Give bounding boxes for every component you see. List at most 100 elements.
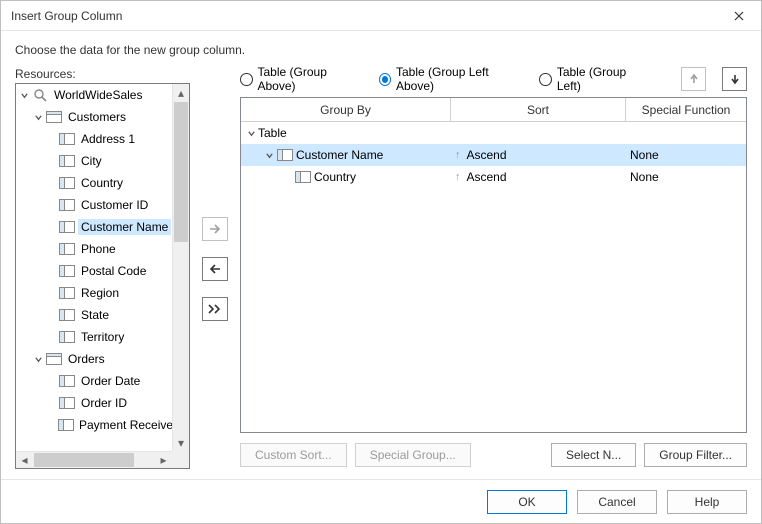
column-header-group-by[interactable]: Group By xyxy=(241,98,451,121)
arrow-right-icon xyxy=(208,223,222,235)
tree-label: Orders xyxy=(65,351,108,367)
field-icon xyxy=(58,396,76,410)
select-n-button[interactable]: Select N... xyxy=(551,443,636,467)
tree-node-root[interactable]: WorldWideSales xyxy=(16,84,172,106)
grid-row[interactable]: Country ↑AscendNone xyxy=(241,166,746,188)
scroll-left-icon[interactable]: ◂ xyxy=(16,452,33,468)
group-label: Table xyxy=(258,126,287,140)
resources-tree[interactable]: WorldWideSales Customers Address 1 City Co… xyxy=(15,83,190,469)
tree-label: Country xyxy=(78,175,126,191)
tree-label: Order Date xyxy=(78,373,143,389)
tree-leaf[interactable]: Order ID xyxy=(16,392,172,414)
radio-group-left[interactable]: Table (Group Left) xyxy=(539,67,649,93)
field-icon xyxy=(276,148,294,162)
resources-label: Resources: xyxy=(15,67,190,81)
tree-leaf[interactable]: Address 1 xyxy=(16,128,172,150)
group-filter-button[interactable]: Group Filter... xyxy=(644,443,747,467)
tree-leaf[interactable]: Territory xyxy=(16,326,172,348)
column-header-sort[interactable]: Sort xyxy=(451,98,626,121)
group-label: Country xyxy=(314,170,356,184)
ok-button[interactable]: OK xyxy=(487,490,567,514)
move-down-button[interactable] xyxy=(722,67,747,91)
tree-label: Territory xyxy=(78,329,127,345)
cell-sort[interactable]: ↑ Ascend xyxy=(451,144,626,166)
tree-leaf[interactable]: Country xyxy=(16,172,172,194)
sort-value: Ascend xyxy=(467,148,507,162)
arrow-up-icon xyxy=(688,73,700,85)
cancel-button[interactable]: Cancel xyxy=(577,490,657,514)
tree-label: Customers xyxy=(65,109,129,125)
remove-button[interactable] xyxy=(202,257,228,281)
help-button[interactable]: Help xyxy=(667,490,747,514)
cell-function[interactable]: None xyxy=(626,144,746,166)
grid-row[interactable]: Table xyxy=(241,122,746,144)
chevron-down-icon[interactable] xyxy=(32,111,44,123)
chevron-down-icon[interactable] xyxy=(32,353,44,365)
close-icon xyxy=(734,11,744,21)
grid-row[interactable]: Customer Name ↑ Ascend None xyxy=(241,144,746,166)
field-icon xyxy=(58,286,76,300)
add-button[interactable] xyxy=(202,217,228,241)
sort-asc-icon: ↑ xyxy=(455,149,461,161)
tree-label: Customer ID xyxy=(78,197,151,213)
sort-asc-icon: ↑ xyxy=(455,171,461,183)
cell-sort[interactable] xyxy=(451,122,626,144)
scroll-thumb[interactable] xyxy=(34,453,134,467)
cell-function[interactable] xyxy=(626,122,746,144)
horizontal-scrollbar[interactable]: ◂ ▸ xyxy=(16,451,172,468)
tree-label: State xyxy=(78,307,112,323)
tree-leaf[interactable]: City xyxy=(16,150,172,172)
close-button[interactable] xyxy=(719,2,759,30)
cell-sort[interactable]: ↑Ascend xyxy=(451,166,626,188)
tree-node-orders[interactable]: Orders xyxy=(16,348,172,370)
special-group-button[interactable]: Special Group... xyxy=(355,443,471,467)
instruction-text: Choose the data for the new group column… xyxy=(15,43,747,57)
radio-icon xyxy=(539,73,551,86)
arrow-down-icon xyxy=(729,73,741,85)
group-label: Customer Name xyxy=(296,148,383,162)
cell-group-by[interactable]: Country xyxy=(241,166,451,188)
tree-leaf[interactable]: Region xyxy=(16,282,172,304)
radio-group-above[interactable]: Table (Group Above) xyxy=(240,67,363,93)
radio-icon xyxy=(240,73,253,86)
tree-label: WorldWideSales xyxy=(51,87,145,103)
add-all-button[interactable] xyxy=(202,297,228,321)
tree-label: Region xyxy=(78,285,122,301)
caret-spacer xyxy=(281,171,293,183)
cell-group-by[interactable]: Table xyxy=(241,122,451,144)
tree-leaf[interactable]: Order Date xyxy=(16,370,172,392)
chevron-down-icon[interactable] xyxy=(18,89,30,101)
tree-node-customers[interactable]: Customers xyxy=(16,106,172,128)
tree-leaf[interactable]: Postal Code xyxy=(16,260,172,282)
cell-group-by[interactable]: Customer Name xyxy=(241,144,451,166)
vertical-scrollbar[interactable]: ▴ ▾ xyxy=(172,84,189,451)
scroll-corner xyxy=(172,451,189,468)
chevron-down-icon[interactable] xyxy=(263,149,275,161)
move-up-button[interactable] xyxy=(681,67,706,91)
tree-leaf[interactable]: Phone xyxy=(16,238,172,260)
tree-leaf[interactable]: State xyxy=(16,304,172,326)
scroll-thumb[interactable] xyxy=(174,102,188,242)
scroll-right-icon[interactable]: ▸ xyxy=(155,452,172,468)
arrow-left-icon xyxy=(208,263,222,275)
custom-sort-button[interactable]: Custom Sort... xyxy=(240,443,347,467)
field-icon xyxy=(58,418,74,432)
scroll-up-icon[interactable]: ▴ xyxy=(173,84,189,101)
tree-leaf[interactable]: Payment Received xyxy=(16,414,172,436)
column-header-function[interactable]: Special Function xyxy=(626,98,746,121)
radio-group-left-above[interactable]: Table (Group Left Above) xyxy=(379,67,524,93)
tree-leaf[interactable]: Customer Name xyxy=(16,216,172,238)
radio-label: Table (Group Left Above) xyxy=(396,67,523,93)
tree-label: Order ID xyxy=(78,395,130,411)
field-icon xyxy=(294,170,312,184)
tree-leaf[interactable]: Customer ID xyxy=(16,194,172,216)
field-icon xyxy=(58,220,76,234)
scroll-down-icon[interactable]: ▾ xyxy=(173,434,189,451)
field-icon xyxy=(58,308,76,322)
table-icon xyxy=(45,352,63,366)
double-arrow-right-icon xyxy=(207,303,223,315)
tree-label: Address 1 xyxy=(78,131,138,147)
cell-function[interactable]: None xyxy=(626,166,746,188)
chevron-down-icon[interactable] xyxy=(245,127,257,139)
group-grid[interactable]: Group By Sort Special Function Table Cust… xyxy=(240,97,747,433)
